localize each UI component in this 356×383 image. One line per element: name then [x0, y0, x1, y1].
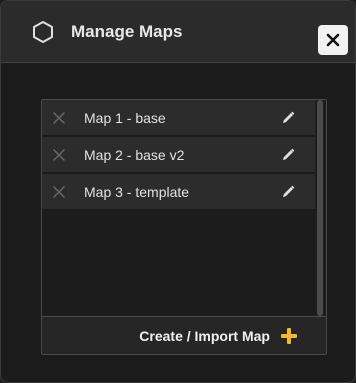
create-import-map-button[interactable]: Create / Import Map [42, 316, 326, 354]
map-row[interactable]: Map 1 - base [42, 100, 315, 136]
hexagon-icon [33, 21, 53, 43]
map-row[interactable]: Map 2 - base v2 [42, 137, 315, 173]
remove-map-icon[interactable] [52, 185, 66, 199]
pencil-icon[interactable] [280, 147, 296, 163]
maps-list-panel: Map 1 - base Map 2 - base v2 Map 3 - tem… [41, 99, 327, 355]
list-scrollbar[interactable] [317, 100, 326, 316]
remove-map-icon[interactable] [52, 148, 66, 162]
pencil-icon[interactable] [280, 184, 296, 200]
close-icon [326, 33, 340, 47]
dialog-header: Manage Maps [1, 1, 355, 63]
remove-map-icon[interactable] [52, 111, 66, 125]
manage-maps-dialog: Manage Maps Map 1 - base Map 2 - base v2… [0, 0, 356, 383]
close-button[interactable] [318, 25, 348, 55]
map-row[interactable]: Map 3 - template [42, 174, 315, 210]
map-name: Map 1 - base [84, 109, 166, 126]
scrollbar-thumb[interactable] [317, 100, 323, 316]
map-name: Map 2 - base v2 [84, 146, 185, 163]
dialog-title: Manage Maps [71, 22, 183, 41]
pencil-icon[interactable] [280, 110, 296, 126]
create-import-map-label: Create / Import Map [139, 327, 270, 344]
map-name: Map 3 - template [84, 183, 190, 200]
plus-icon [281, 327, 297, 344]
